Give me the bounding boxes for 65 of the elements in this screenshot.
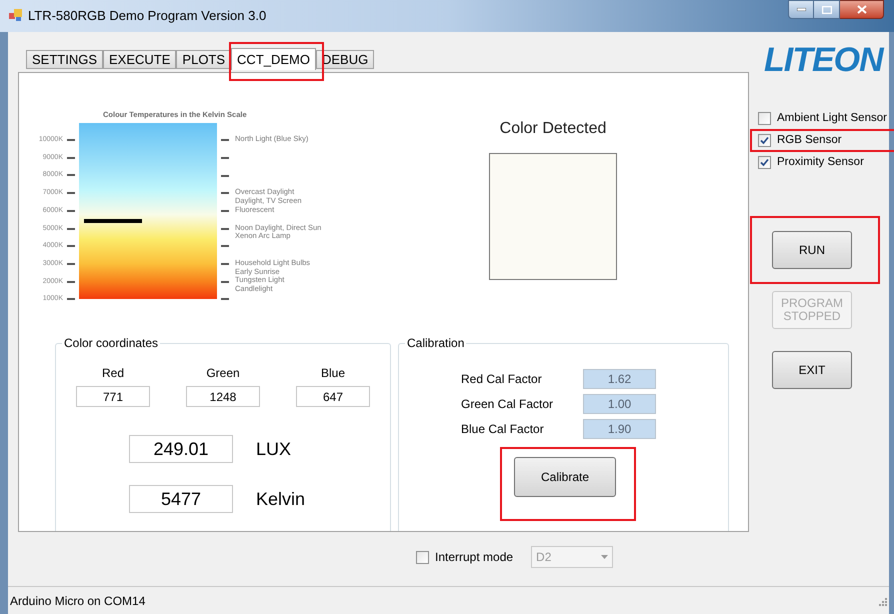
maximize-icon	[822, 6, 832, 14]
value-field: 1.62	[583, 369, 656, 389]
tick-mark	[67, 298, 75, 300]
logo: LITEON	[764, 42, 886, 78]
checkbox[interactable]	[758, 156, 771, 168]
tick-mark	[67, 280, 75, 283]
field-label: Red Cal Factor	[461, 371, 543, 388]
value-field: 647	[296, 386, 370, 407]
tab[interactable]: SETTINGS	[26, 50, 104, 69]
tick-mark	[221, 156, 229, 159]
tick-mark	[221, 174, 229, 177]
group-title: Calibration	[405, 336, 466, 350]
tab[interactable]: PLOTS	[176, 50, 232, 69]
tick-mark	[221, 280, 229, 283]
value-field: 5477	[129, 485, 233, 513]
maximize-button[interactable]	[814, 0, 840, 19]
tick-mark	[67, 139, 75, 142]
field-label: Green	[206, 365, 240, 382]
tick-mark	[221, 263, 229, 266]
value-field: 771	[76, 386, 150, 407]
tick-mark	[221, 245, 229, 248]
field-label: Red	[102, 365, 124, 382]
group-title: Color coordinates	[62, 336, 160, 350]
status-text: Arduino Micro on COM14	[10, 592, 146, 610]
tick-mark	[67, 156, 75, 159]
checkbox[interactable]	[758, 112, 771, 124]
field-label: Blue Cal Factor	[461, 421, 545, 438]
field-label: Blue	[320, 365, 346, 382]
tab[interactable]: EXECUTE	[103, 50, 176, 69]
window-title: LTR-580RGB Demo Program Version 3.0	[28, 8, 266, 24]
minimize-button[interactable]	[788, 0, 814, 19]
tab[interactable]: CCT_DEMO	[231, 48, 316, 70]
checkbox-label: RGB Sensor	[777, 133, 842, 147]
value-field: 1.00	[583, 394, 656, 414]
resize-grip-icon	[877, 596, 887, 606]
tick-mark	[67, 245, 75, 248]
calibrate-button[interactable]: Calibrate	[514, 457, 616, 497]
unit-label: Kelvin	[256, 488, 306, 510]
unit-label: LUX	[256, 438, 292, 460]
tick-mark	[221, 210, 229, 212]
close-icon	[856, 5, 866, 14]
app-icon	[8, 8, 24, 22]
tick-mark	[67, 228, 75, 230]
tick-mark	[221, 192, 229, 194]
action-button[interactable]: EXIT	[772, 351, 852, 389]
tick-mark	[67, 192, 75, 194]
section-title: Color Detected	[500, 119, 606, 139]
dropdown-arrow-icon	[601, 555, 608, 559]
minimize-icon	[796, 8, 806, 11]
tick-mark	[67, 262, 75, 265]
tick-mark	[67, 174, 75, 176]
checkbox[interactable]	[758, 134, 771, 146]
field-label: Green Cal Factor	[461, 396, 554, 413]
value-field: 1.90	[583, 419, 656, 439]
close-button[interactable]	[840, 0, 884, 19]
checkbox-label: Interrupt mode	[435, 549, 514, 566]
checkbox-label: Ambient Light Sensor	[777, 111, 887, 125]
tick-mark	[221, 228, 229, 230]
value-field: 249.01	[129, 435, 233, 463]
tick-mark	[221, 139, 229, 142]
value-field: 1248	[186, 386, 260, 407]
tick-mark	[221, 298, 229, 300]
tick-mark	[67, 210, 75, 212]
checkbox-label: Proximity Sensor	[777, 155, 864, 169]
action-button[interactable]: RUN	[772, 231, 852, 269]
